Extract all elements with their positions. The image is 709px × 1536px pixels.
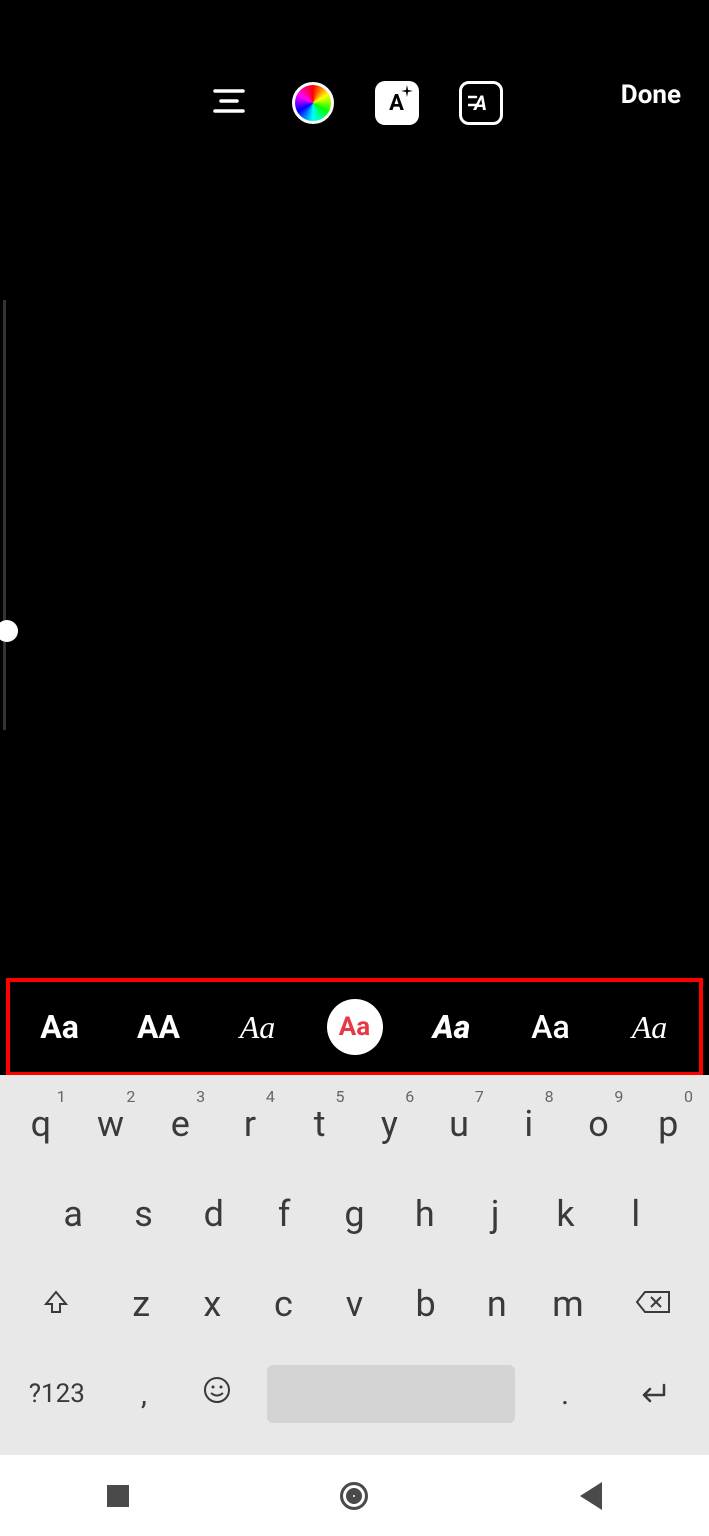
key-c[interactable]: c — [248, 1267, 319, 1341]
android-nav-bar — [0, 1456, 709, 1536]
text-animation-icon: A — [459, 81, 503, 125]
done-button[interactable]: Done — [621, 80, 681, 110]
key-emoji[interactable] — [180, 1357, 253, 1431]
spacebar-icon — [267, 1365, 515, 1423]
key-v[interactable]: v — [319, 1267, 390, 1341]
key-symbols-mode[interactable]: ?123 — [6, 1357, 108, 1431]
key-q[interactable]: q1 — [6, 1087, 76, 1161]
key-k[interactable]: k — [530, 1177, 600, 1251]
shift-icon — [42, 1283, 70, 1325]
nav-home-button[interactable] — [324, 1466, 384, 1526]
key-u[interactable]: u7 — [424, 1087, 494, 1161]
text-animation-button[interactable]: A — [459, 81, 503, 125]
key-o[interactable]: o9 — [564, 1087, 634, 1161]
nav-recent-button[interactable] — [88, 1466, 148, 1526]
font-option-serif-italic[interactable]: Aa — [620, 1009, 680, 1046]
font-option-typewriter[interactable]: Aa — [327, 999, 383, 1055]
keyboard-row-2: a s d f g h j k l — [0, 1165, 709, 1255]
text-input-area[interactable] — [213, 480, 496, 618]
key-z[interactable]: z — [106, 1267, 177, 1341]
back-icon — [580, 1482, 602, 1510]
key-a[interactable]: a — [38, 1177, 108, 1251]
text-align-button[interactable] — [207, 81, 251, 125]
key-b[interactable]: b — [390, 1267, 461, 1341]
key-enter[interactable] — [601, 1357, 703, 1431]
key-t[interactable]: t5 — [285, 1087, 355, 1161]
key-j[interactable]: j — [460, 1177, 530, 1251]
key-g[interactable]: g — [319, 1177, 389, 1251]
key-period[interactable]: . — [529, 1357, 602, 1431]
font-option-italic-bold[interactable]: Aa — [422, 1008, 482, 1046]
key-shift[interactable] — [6, 1267, 106, 1341]
key-r[interactable]: r4 — [215, 1087, 285, 1161]
key-backspace[interactable] — [603, 1267, 703, 1341]
key-d[interactable]: d — [179, 1177, 249, 1251]
key-s[interactable]: s — [108, 1177, 178, 1251]
story-editor-canvas[interactable]: A A Done Aa AA Aa Aa Aa Aa Aa — [0, 0, 709, 1075]
text-effect-button[interactable]: A — [375, 81, 419, 125]
key-l[interactable]: l — [601, 1177, 671, 1251]
key-comma[interactable]: , — [108, 1357, 181, 1431]
key-n[interactable]: n — [461, 1267, 532, 1341]
keyboard-row-1: q1 w2 e3 r4 t5 y6 u7 i8 o9 p0 — [0, 1075, 709, 1165]
text-size-slider-track[interactable] — [3, 300, 6, 730]
key-x[interactable]: x — [177, 1267, 248, 1341]
key-w[interactable]: w2 — [76, 1087, 146, 1161]
keyboard-row-4: ?123 , . — [0, 1345, 709, 1435]
font-option-modern[interactable]: AA — [129, 1008, 189, 1046]
key-h[interactable]: h — [390, 1177, 460, 1251]
font-option-script[interactable]: Aa — [228, 1009, 288, 1046]
emoji-icon — [202, 1375, 232, 1413]
key-space[interactable] — [253, 1357, 529, 1431]
backspace-icon — [635, 1283, 671, 1325]
font-option-alt[interactable]: Aa — [521, 1008, 581, 1046]
key-y[interactable]: y6 — [355, 1087, 425, 1161]
font-option-classic[interactable]: Aa — [30, 1008, 90, 1046]
key-i[interactable]: i8 — [494, 1087, 564, 1161]
recent-icon — [107, 1485, 129, 1507]
home-icon — [340, 1482, 368, 1510]
text-size-slider-handle[interactable] — [0, 620, 18, 642]
enter-icon — [636, 1375, 668, 1413]
nav-back-button[interactable] — [561, 1466, 621, 1526]
text-toolbar: A A — [0, 78, 709, 128]
align-center-icon — [209, 81, 249, 125]
key-f[interactable]: f — [249, 1177, 319, 1251]
color-picker-button[interactable] — [291, 81, 335, 125]
font-selector-row: Aa AA Aa Aa Aa Aa Aa — [6, 978, 703, 1076]
key-e[interactable]: e3 — [145, 1087, 215, 1161]
color-wheel-icon — [292, 82, 334, 124]
text-effect-icon: A — [375, 81, 419, 125]
key-m[interactable]: m — [532, 1267, 603, 1341]
key-p[interactable]: p0 — [633, 1087, 703, 1161]
onscreen-keyboard: q1 w2 e3 r4 t5 y6 u7 i8 o9 p0 a s d f g … — [0, 1075, 709, 1455]
keyboard-row-3: z x c v b n m — [0, 1255, 709, 1345]
